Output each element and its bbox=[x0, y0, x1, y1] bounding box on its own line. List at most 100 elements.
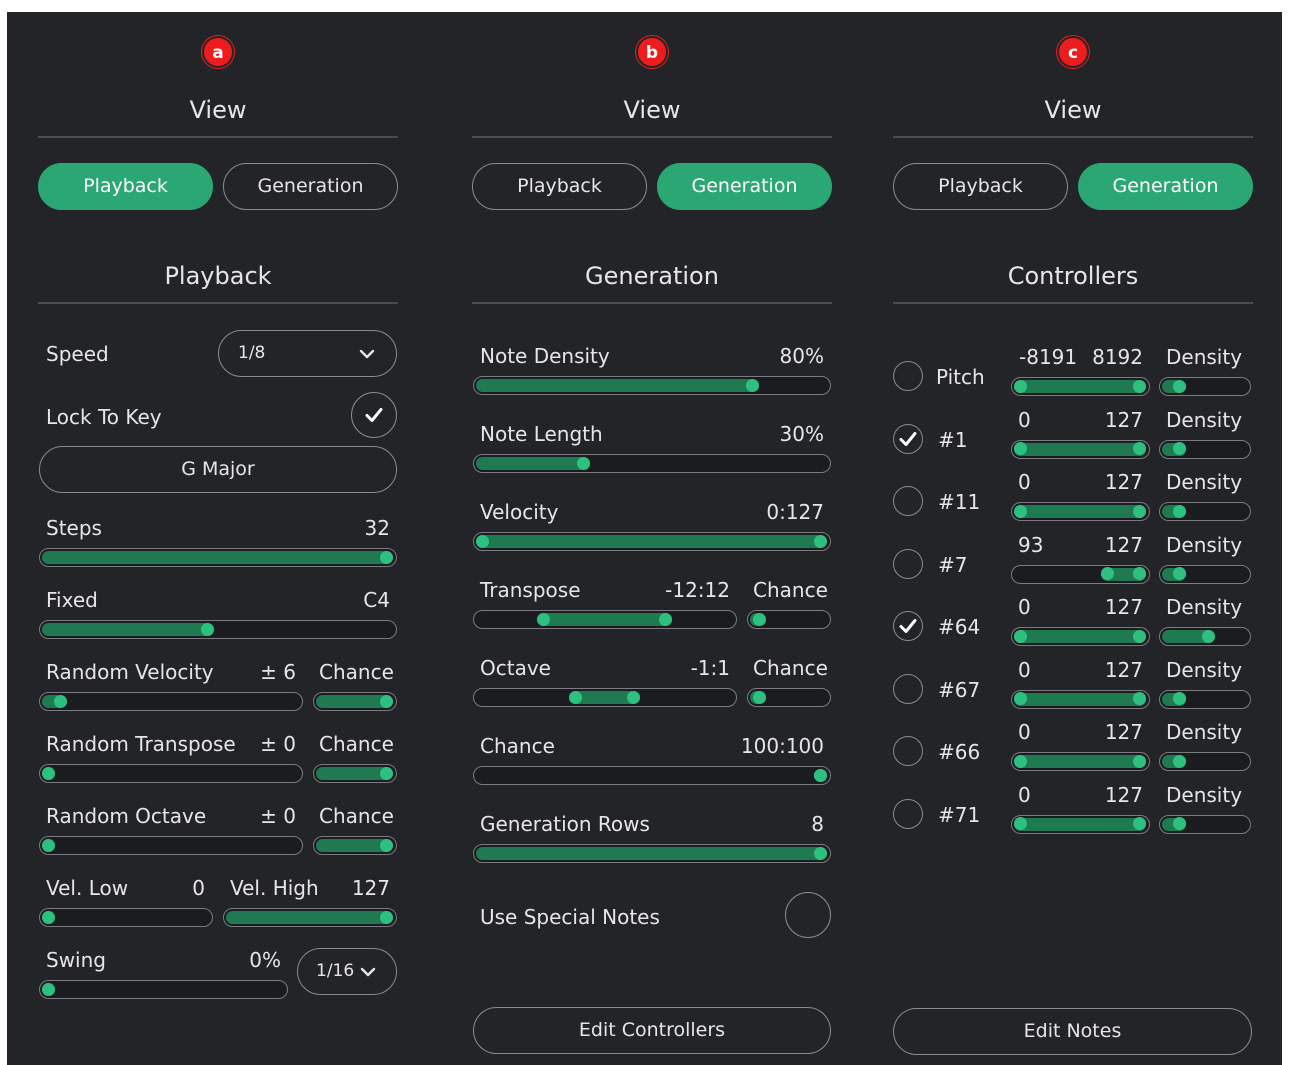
controller-range-slider-min-handle[interactable] bbox=[1014, 692, 1027, 705]
key-selector[interactable]: G Major bbox=[39, 446, 397, 493]
controller-checkbox[interactable] bbox=[893, 548, 923, 579]
controller-range-slider-max-handle[interactable] bbox=[1133, 629, 1146, 643]
controller-density-slider-handle[interactable] bbox=[1201, 629, 1215, 643]
controller-range-slider[interactable] bbox=[1011, 814, 1150, 834]
controller-range-slider-max-handle[interactable] bbox=[1133, 504, 1146, 518]
random-transpose-slider[interactable] bbox=[39, 764, 303, 783]
tab-generation[interactable]: Generation bbox=[1078, 163, 1253, 210]
octave-range-slider[interactable] bbox=[473, 688, 737, 707]
tab-playback[interactable]: Playback bbox=[893, 163, 1068, 210]
controller-checkbox[interactable] bbox=[893, 361, 923, 391]
random-transpose-chance-slider[interactable] bbox=[313, 764, 397, 783]
controller-checkbox[interactable] bbox=[893, 486, 923, 516]
tab-playback[interactable]: Playback bbox=[472, 163, 647, 210]
controller-density-slider[interactable] bbox=[1159, 814, 1251, 834]
controller-density-slider[interactable] bbox=[1159, 564, 1251, 584]
controller-density-slider[interactable] bbox=[1159, 377, 1251, 396]
random-velocity-chance-slider-handle[interactable] bbox=[380, 694, 393, 708]
vel-low-slider-handle[interactable] bbox=[42, 910, 55, 924]
octave-range-slider-max-handle[interactable] bbox=[627, 690, 641, 704]
note-density-slider-handle[interactable] bbox=[746, 378, 760, 392]
controller-checkbox[interactable] bbox=[893, 798, 923, 829]
octave-chance-slider[interactable] bbox=[747, 688, 831, 707]
controller-range-slider[interactable] bbox=[1011, 689, 1150, 709]
vel-low-slider[interactable] bbox=[39, 908, 213, 927]
vel-high-slider-handle[interactable] bbox=[380, 910, 393, 924]
velocity-range-slider-min-handle[interactable] bbox=[476, 534, 489, 548]
controller-range-slider[interactable] bbox=[1011, 627, 1150, 646]
random-octave-chance-slider-handle[interactable] bbox=[380, 838, 393, 852]
note-length-slider[interactable] bbox=[473, 454, 831, 473]
controller-density-slider-handle[interactable] bbox=[1172, 692, 1186, 705]
controller-range-slider-min-handle[interactable] bbox=[1014, 442, 1027, 455]
use-special-notes-checkbox[interactable] bbox=[785, 892, 831, 938]
fixed-slider-handle[interactable] bbox=[200, 622, 214, 636]
tab-playback[interactable]: Playback bbox=[38, 163, 213, 210]
controller-density-slider-handle[interactable] bbox=[1172, 379, 1186, 393]
velocity-range-slider[interactable] bbox=[473, 532, 831, 551]
controller-density-slider[interactable] bbox=[1159, 689, 1251, 709]
swing-slider-handle[interactable] bbox=[42, 982, 55, 996]
controller-density-slider-handle[interactable] bbox=[1172, 817, 1186, 830]
note-density-slider[interactable] bbox=[473, 376, 831, 395]
transpose-chance-slider[interactable] bbox=[747, 610, 831, 629]
octave-chance-slider-handle[interactable] bbox=[753, 690, 767, 704]
controller-density-slider-handle[interactable] bbox=[1172, 754, 1186, 768]
controller-range-slider[interactable] bbox=[1011, 564, 1150, 584]
controller-range-slider-min-handle[interactable] bbox=[1100, 567, 1114, 580]
swing-slider[interactable] bbox=[39, 980, 288, 999]
controller-range-slider[interactable] bbox=[1011, 439, 1150, 459]
random-velocity-slider[interactable] bbox=[39, 692, 303, 711]
controller-density-slider-handle[interactable] bbox=[1172, 442, 1186, 455]
controller-density-slider-handle[interactable] bbox=[1172, 504, 1186, 518]
octave-range-slider-min-handle[interactable] bbox=[568, 690, 582, 704]
controller-range-slider-min-handle[interactable] bbox=[1014, 504, 1027, 518]
swing-division-dropdown[interactable]: 1/16 bbox=[297, 948, 397, 995]
edit-notes-button[interactable]: Edit Notes bbox=[893, 1008, 1252, 1055]
random-transpose-slider-handle[interactable] bbox=[42, 766, 55, 780]
controller-range-slider-min-handle[interactable] bbox=[1014, 817, 1027, 830]
random-octave-slider[interactable] bbox=[39, 836, 303, 855]
controller-density-slider-handle[interactable] bbox=[1172, 567, 1186, 580]
controller-range-slider[interactable] bbox=[1011, 752, 1150, 771]
controller-range-slider-max-handle[interactable] bbox=[1133, 379, 1146, 393]
generation-rows-slider[interactable] bbox=[473, 844, 831, 863]
random-velocity-chance-slider[interactable] bbox=[313, 692, 397, 711]
fixed-slider[interactable] bbox=[39, 620, 397, 639]
controller-range-slider[interactable] bbox=[1011, 377, 1150, 396]
controller-checkbox[interactable] bbox=[893, 673, 923, 704]
vel-high-slider[interactable] bbox=[223, 908, 397, 927]
controller-range-slider-min-handle[interactable] bbox=[1014, 379, 1027, 393]
edit-controllers-button[interactable]: Edit Controllers bbox=[473, 1007, 831, 1054]
controller-range-slider-max-handle[interactable] bbox=[1133, 567, 1146, 580]
generation-rows-slider-handle[interactable] bbox=[814, 846, 827, 860]
controller-density-slider[interactable] bbox=[1159, 439, 1251, 459]
tab-generation[interactable]: Generation bbox=[223, 163, 398, 210]
chance-range-slider-max-handle[interactable] bbox=[814, 768, 827, 782]
chance-range-slider[interactable] bbox=[473, 766, 831, 785]
controller-range-slider[interactable] bbox=[1011, 502, 1150, 521]
random-velocity-slider-handle[interactable] bbox=[54, 694, 68, 708]
controller-range-slider-min-handle[interactable] bbox=[1014, 629, 1027, 643]
controller-density-slider[interactable] bbox=[1159, 502, 1251, 521]
random-octave-slider-handle[interactable] bbox=[42, 838, 55, 852]
controller-checkbox[interactable] bbox=[893, 736, 923, 766]
random-transpose-chance-slider-handle[interactable] bbox=[380, 766, 393, 780]
controller-density-slider[interactable] bbox=[1159, 752, 1251, 771]
controller-range-slider-max-handle[interactable] bbox=[1133, 754, 1146, 768]
transpose-range-slider-min-handle[interactable] bbox=[537, 612, 550, 626]
tab-generation[interactable]: Generation bbox=[657, 163, 832, 210]
steps-slider[interactable] bbox=[39, 548, 397, 567]
velocity-range-slider-max-handle[interactable] bbox=[814, 534, 827, 548]
steps-slider-handle[interactable] bbox=[380, 550, 393, 564]
transpose-range-slider-max-handle[interactable] bbox=[659, 612, 672, 626]
controller-range-slider-max-handle[interactable] bbox=[1133, 442, 1146, 455]
controller-range-slider-min-handle[interactable] bbox=[1014, 754, 1027, 768]
controller-density-slider[interactable] bbox=[1159, 627, 1251, 646]
controller-range-slider-max-handle[interactable] bbox=[1133, 692, 1146, 705]
random-octave-chance-slider[interactable] bbox=[313, 836, 397, 855]
transpose-range-slider[interactable] bbox=[473, 610, 737, 629]
note-length-slider-handle[interactable] bbox=[577, 456, 591, 470]
transpose-chance-slider-handle[interactable] bbox=[753, 612, 767, 626]
controller-range-slider-max-handle[interactable] bbox=[1133, 817, 1146, 830]
